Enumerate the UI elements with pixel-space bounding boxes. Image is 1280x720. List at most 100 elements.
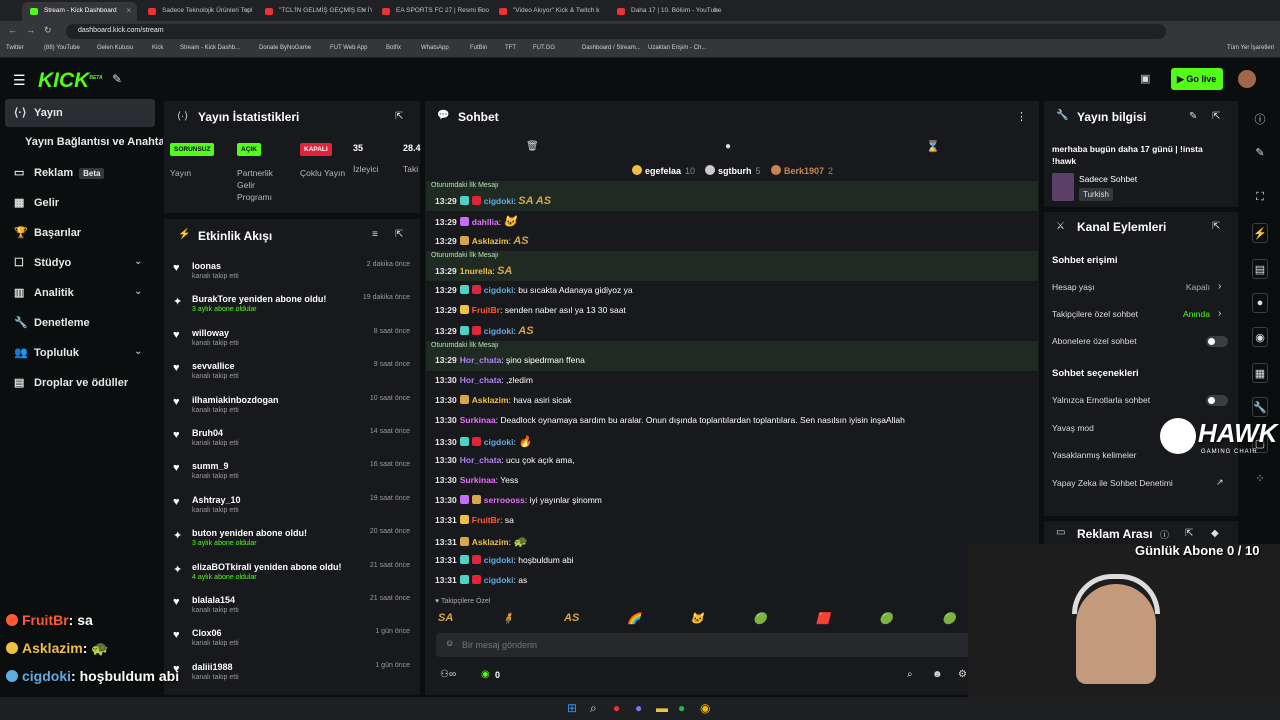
sidebar-item[interactable]: ▤ Droplar ve ödüller [14,376,128,389]
setting-value[interactable]: Kapalı [1160,282,1210,292]
list-icon[interactable]: ▦ [1252,363,1268,383]
message-user[interactable]: 1nurella [460,266,493,276]
emoji-icon[interactable]: ☺ [445,638,454,648]
browser-tab[interactable]: Sadece Teknolojik Ürünleri Topl × [140,2,255,21]
close-icon[interactable]: × [713,6,718,15]
message-user[interactable]: cigdoki [484,326,514,336]
search-icon[interactable]: ⌕ [590,701,597,716]
sidebar-item[interactable]: ▥ Analitik [14,286,74,299]
doc-icon[interactable]: ▤ [1252,259,1268,279]
chat-input-box[interactable]: ☺ [436,633,1036,657]
chevron-down-icon[interactable]: ⌄ [134,346,142,357]
search-icon[interactable]: ⌕ [907,669,913,680]
windows-icon[interactable]: ⊞ [567,701,577,715]
spotify-icon[interactable]: ● [678,701,685,715]
sidebar-item[interactable]: ⟨·⟩ Yayın [14,106,63,119]
chrome-icon[interactable]: ◉ [700,701,710,715]
info-icon[interactable]: ⓘ [1160,528,1169,541]
diamond-icon[interactable]: ◆ [1211,528,1219,539]
message-user[interactable]: dahllia [472,217,499,227]
sidebar-item[interactable]: ▦ Gelir [14,196,59,209]
bookmark-item[interactable]: Twitter [6,45,24,51]
chevron-down-icon[interactable]: ⌄ [134,286,142,297]
message-user[interactable]: cigdoki [484,555,514,565]
emote-button[interactable]: 🟢 [753,612,767,625]
message-user[interactable]: Asklazim [472,236,509,246]
chevron-down-icon[interactable]: ⌄ [134,256,142,267]
kebab-menu-icon[interactable]: ⋮ [1016,110,1027,123]
message-user[interactable]: Asklazim [472,537,509,547]
bookmark-item[interactable]: FutBin [470,45,487,51]
bookmark-item[interactable]: Botfix [386,45,401,51]
popout-icon[interactable]: ⇱ [1185,528,1193,539]
edit-icon[interactable]: ✎ [1189,111,1197,122]
app-icon[interactable]: ● [613,701,620,715]
expand-icon[interactable]: ⛶ [1252,191,1268,204]
close-icon[interactable]: × [595,6,600,15]
bookmark-item[interactable]: TFT [505,45,516,51]
popout-icon[interactable]: ⇱ [395,111,403,122]
message-user[interactable]: cigdoki [484,196,514,206]
message-user[interactable]: cigdoki [484,575,514,585]
kick-logo[interactable]: KICKBETA [38,69,103,93]
pin-icon[interactable]: ✎ [112,72,122,86]
message-user[interactable]: Hor_chata [460,355,502,365]
close-icon[interactable]: × [244,6,249,15]
close-icon[interactable]: × [126,6,131,15]
chat-icon[interactable]: ● [1252,293,1268,313]
close-icon[interactable]: × [361,6,366,15]
info-icon[interactable]: ⓘ [1252,111,1268,127]
close-icon[interactable]: × [478,6,483,15]
go-live-button[interactable]: ▶ Go live [1171,68,1223,90]
message-user[interactable]: Surkinaa [460,475,496,485]
bookmark-item[interactable]: Stream - Kick Dashb... [180,45,240,51]
popout-icon[interactable]: ⇱ [395,229,403,240]
sidebar-item[interactable]: Yayın Bağlantısı ve Anahtarı [25,136,172,148]
popout-icon[interactable]: ⇱ [1212,221,1220,232]
discord-icon[interactable]: ● [635,701,642,715]
trash-icon[interactable]: 🗑 [526,141,539,152]
emote-button[interactable]: 🌈 [627,612,641,625]
menu-icon[interactable]: ☰ [13,72,26,89]
radio-icon[interactable]: ◉ [1252,327,1268,347]
sidebar-item[interactable]: 🏆 Başarılar [14,226,81,239]
setting-value[interactable]: Anında [1160,309,1210,319]
popout-icon[interactable]: ⇱ [1212,111,1220,122]
folder-icon[interactable]: ▬ [656,701,668,715]
emote-button[interactable]: 🟥 [816,612,830,625]
emote-button[interactable]: 🟢 [879,612,893,625]
settings-icon[interactable]: ⚙ [958,669,967,680]
browser-tab[interactable]: Stream - Kick Dashboard × [22,2,137,21]
message-user[interactable]: serroooss [484,495,525,505]
message-user[interactable]: FruitBr [472,305,500,315]
reload-icon[interactable]: ↻ [44,25,52,36]
emote-button[interactable]: SA [438,612,453,624]
bookmark-item[interactable]: FUT.GG [533,45,555,51]
message-user[interactable]: Surkinaa [460,415,496,425]
dots-icon[interactable]: ⁘ [1252,472,1268,485]
filter-icon[interactable]: ≡ [372,229,378,240]
emote-button[interactable]: 🧍 [501,612,515,625]
all-bookmarks[interactable]: Tüm Yer İşaretleri [1227,45,1274,51]
chat-input[interactable] [462,637,1002,652]
message-user[interactable]: FruitBr [472,515,500,525]
browser-tab[interactable]: "Video Akıyor" Kick & Twitch I × [491,2,606,21]
bookmark-item[interactable]: Dashboard / Stream... [582,45,641,51]
message-user[interactable]: Hor_chata [460,455,502,465]
bookmark-item[interactable]: Gelen Kutusu [97,45,133,51]
sidebar-item[interactable]: ☐ Stüdyo [14,256,71,269]
bookmark-item[interactable]: Uzaktan Erişim - Ch... [648,45,706,51]
browser-tab[interactable]: Daha 17 | 10. Bölüm - YouTube × [609,2,724,21]
wrench-icon[interactable]: 🔧 [1252,397,1268,417]
emote-button[interactable]: AS [564,612,579,624]
chevron-right-icon[interactable]: › [1218,308,1221,319]
message-user[interactable]: Hor_chata [460,375,502,385]
forward-icon[interactable]: → [26,25,35,35]
avatar[interactable] [1238,70,1256,88]
bookmark-item[interactable]: WhatsApp [421,45,449,51]
back-icon[interactable]: ← [8,25,17,35]
message-user[interactable]: cigdoki [484,285,514,295]
bookmark-item[interactable]: (88) YouTube [44,45,80,51]
bookmark-item[interactable]: Donate ByNoGame [259,45,311,51]
sidebar-item[interactable]: 👥 Topluluk [14,346,79,359]
